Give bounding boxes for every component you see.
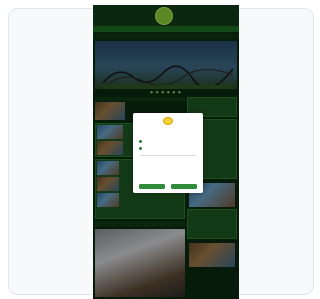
cookie-consent-dialog <box>133 113 203 193</box>
manage-options-button[interactable] <box>139 184 165 189</box>
checkbox-icon[interactable] <box>139 146 142 150</box>
consent-input[interactable] <box>139 152 197 156</box>
consent-option[interactable] <box>139 139 197 143</box>
consent-body-text <box>139 158 197 180</box>
checkbox-icon[interactable] <box>139 139 142 143</box>
consent-logo <box>163 117 173 125</box>
consent-option[interactable] <box>139 146 197 150</box>
accept-button[interactable] <box>171 184 197 189</box>
